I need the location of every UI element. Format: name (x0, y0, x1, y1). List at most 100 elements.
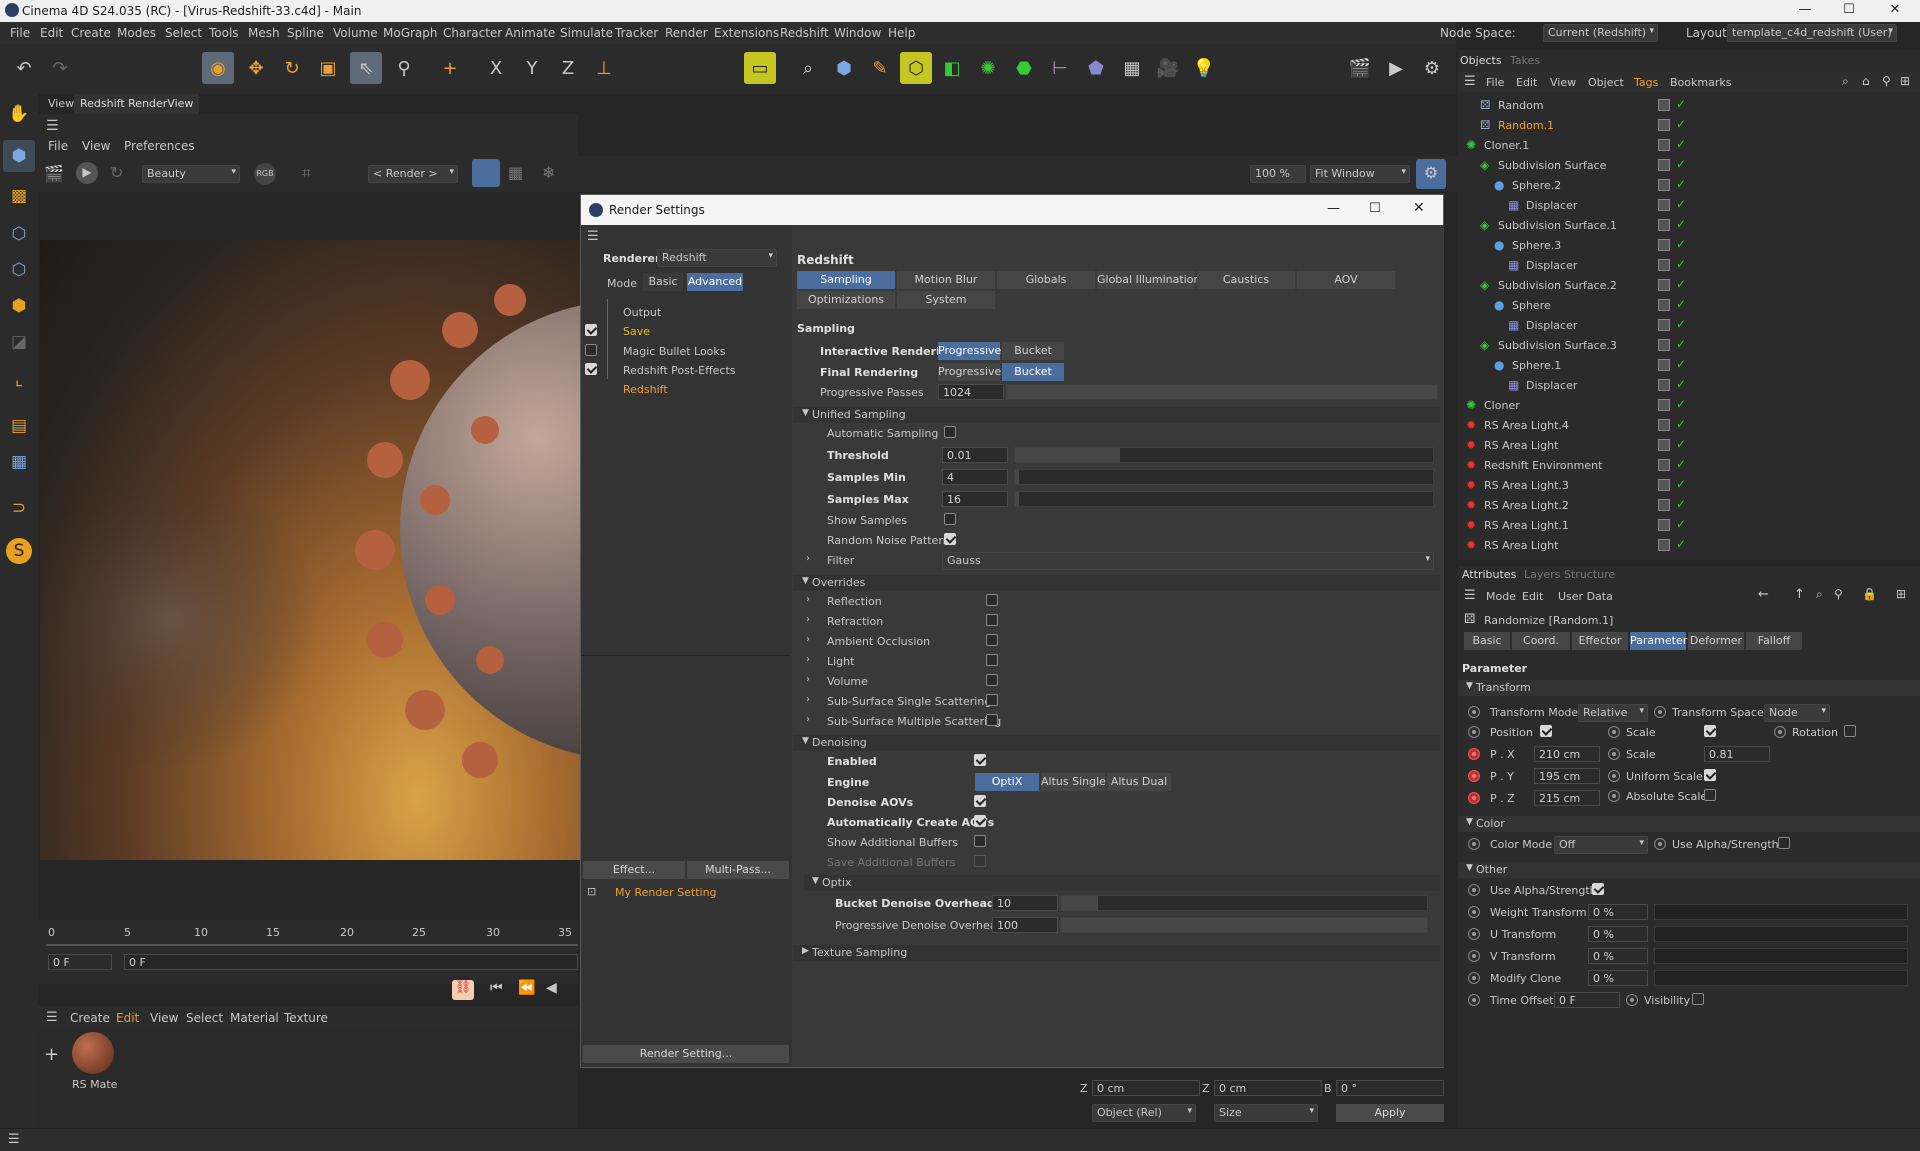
layer-toggle-icon[interactable] (1658, 399, 1670, 411)
spline-icon[interactable]: ✎ (864, 52, 896, 84)
enabled-check-icon[interactable]: ✓ (1676, 537, 1686, 551)
render-view-icon[interactable]: 🎬 (1344, 52, 1376, 84)
object-row[interactable]: ▦ Displacer ✓ (1458, 256, 1902, 276)
enabled-check-icon[interactable]: ✓ (1676, 517, 1686, 531)
snap-icon[interactable]: ▦ (3, 446, 35, 478)
render-settings-icon[interactable]: ⚙ (1416, 52, 1448, 84)
layout-select[interactable]: template_c4d_redshift (User) ▾ (1727, 24, 1897, 42)
mat-menu-create[interactable]: Create (70, 1011, 110, 1025)
progressive-overhead-field[interactable]: 100 (992, 917, 1058, 933)
px-radio[interactable] (1468, 748, 1480, 760)
expand-arrow-icon[interactable]: › (806, 594, 810, 605)
object-row[interactable]: ▦ Displacer ✓ (1458, 196, 1902, 216)
hamburger-icon[interactable]: ☰ (1464, 588, 1476, 603)
modify-clone-slider[interactable] (1654, 970, 1908, 986)
bucket-overhead-slider[interactable] (1060, 895, 1428, 911)
magnet-icon[interactable]: ⊃ (3, 492, 35, 524)
object-row[interactable]: ⚄ Random.1 ✓ (1458, 116, 1902, 136)
coord-b-field[interactable]: 0 ° (1336, 1080, 1444, 1096)
minimize-button[interactable]: — (1782, 2, 1828, 20)
texture-mode-icon[interactable]: ▩ (3, 180, 35, 212)
overrides-section[interactable]: ▼ Overrides (794, 575, 1440, 591)
menu-modes[interactable]: Modes (117, 26, 156, 40)
hamburger-icon[interactable]: ☰ (1464, 74, 1476, 89)
samples-max-slider[interactable] (1014, 491, 1434, 507)
zoom-select[interactable]: 100 % (1250, 165, 1306, 183)
object-row[interactable]: ◈ Subdivision Surface.1 ✓ (1458, 216, 1902, 236)
layer-toggle-icon[interactable] (1658, 179, 1670, 191)
search-icon[interactable]: ⌕ (1842, 74, 1849, 89)
y-axis-icon[interactable]: Y (516, 52, 548, 84)
attr-menu-userdata[interactable]: User Data (1558, 590, 1613, 603)
progressive-passes-slider[interactable] (1006, 384, 1438, 400)
tree-output[interactable]: Output (623, 306, 661, 319)
obj-menu-tags[interactable]: Tags (1634, 76, 1658, 89)
uniform-scale-radio[interactable] (1608, 770, 1620, 782)
enabled-check-icon[interactable]: ✓ (1676, 297, 1686, 311)
scale-tool-icon[interactable]: ▣ (312, 52, 344, 84)
object-row[interactable]: ✹ RS Area Light.1 ✓ (1458, 516, 1902, 536)
clapper-icon[interactable]: 🎬 (44, 164, 64, 183)
override-refraction-checkbox[interactable] (986, 614, 998, 626)
object-row[interactable]: ◈ Subdivision Surface.3 ✓ (1458, 336, 1902, 356)
cloner-toolbar-icon[interactable]: ⬣ (1008, 52, 1040, 84)
magic-bullet-checkbox[interactable] (585, 344, 597, 356)
menu-tracker[interactable]: Tracker (615, 26, 658, 40)
optix-section[interactable]: ▼ Optix (804, 875, 1440, 891)
override-light-checkbox[interactable] (986, 654, 998, 666)
override-ao-checkbox[interactable] (986, 634, 998, 646)
expand-arrow-icon[interactable]: › (806, 674, 810, 685)
layer-toggle-icon[interactable] (1658, 99, 1670, 111)
use-alpha-radio[interactable] (1654, 838, 1666, 850)
menu-redshift[interactable]: Redshift (780, 26, 829, 40)
render-setting-button[interactable]: Render Setting... (583, 1045, 789, 1063)
u-transform-slider[interactable] (1654, 926, 1908, 942)
px-field[interactable]: 210 cm (1534, 746, 1600, 762)
home-icon[interactable]: ⌂ (1862, 74, 1870, 88)
layer-toggle-icon[interactable] (1658, 519, 1670, 531)
enabled-check-icon[interactable]: ✓ (1676, 97, 1686, 111)
menu-file[interactable]: File (10, 26, 30, 40)
move-tool-icon[interactable]: ✥ (240, 52, 272, 84)
tag-icon[interactable]: ⬟ (1080, 52, 1112, 84)
timeline-ruler[interactable] (46, 944, 578, 946)
maximize-button[interactable]: ☐ (1826, 2, 1872, 20)
points-mode-icon[interactable]: ⬡ (3, 218, 35, 250)
dialog-close-icon[interactable]: ✕ (1413, 200, 1425, 216)
pz-radio[interactable] (1468, 792, 1480, 804)
object-row[interactable]: ✹ RS Area Light ✓ (1458, 536, 1902, 556)
layer-toggle-icon[interactable] (1658, 159, 1670, 171)
menu-render[interactable]: Render (665, 26, 708, 40)
transform-space-radio[interactable] (1654, 706, 1666, 718)
threshold-slider[interactable] (1014, 447, 1434, 463)
layer-toggle-icon[interactable] (1658, 139, 1670, 151)
layer-toggle-icon[interactable] (1658, 279, 1670, 291)
layer-toggle-icon[interactable] (1658, 339, 1670, 351)
enabled-check-icon[interactable]: ✓ (1676, 457, 1686, 471)
modify-clone-radio[interactable] (1468, 972, 1480, 984)
weight-transform-slider[interactable] (1654, 904, 1908, 920)
tree-redshift[interactable]: Redshift (623, 383, 668, 396)
samples-max-field[interactable]: 16 (942, 491, 1008, 507)
enabled-check-icon[interactable]: ✓ (1676, 277, 1686, 291)
tab-motion-blur[interactable]: Motion Blur (897, 271, 995, 289)
layer-toggle-icon[interactable] (1658, 459, 1670, 471)
final-progressive-button[interactable]: Progressive (938, 363, 1001, 381)
modify-clone-field[interactable]: 0 % (1588, 970, 1648, 986)
object-row[interactable]: ▦ Displacer ✓ (1458, 376, 1902, 396)
play-icon[interactable]: ▶ (76, 162, 98, 184)
override-sss-multi-checkbox[interactable] (986, 714, 998, 726)
field-icon[interactable]: ⊢ (1044, 52, 1076, 84)
edges-mode-icon[interactable]: ⬡ (3, 254, 35, 286)
layer-toggle-icon[interactable] (1658, 199, 1670, 211)
weight-transform-field[interactable]: 0 % (1588, 904, 1648, 920)
settings-gear-icon[interactable]: ⚙ (1416, 159, 1446, 189)
object-row[interactable]: ✹ RS Area Light.3 ✓ (1458, 476, 1902, 496)
tab-takes[interactable]: Takes (1510, 54, 1540, 67)
layer-toggle-icon[interactable] (1658, 479, 1670, 491)
tree-magic-bullet[interactable]: Magic Bullet Looks (623, 345, 726, 358)
subtab-deformer[interactable]: Deformer (1688, 632, 1744, 650)
engine-altus-single-button[interactable]: Altus Single (1041, 773, 1106, 791)
prev-key-icon[interactable]: ⏪ (518, 980, 535, 996)
object-row[interactable]: ✹ RS Area Light ✓ (1458, 436, 1902, 456)
